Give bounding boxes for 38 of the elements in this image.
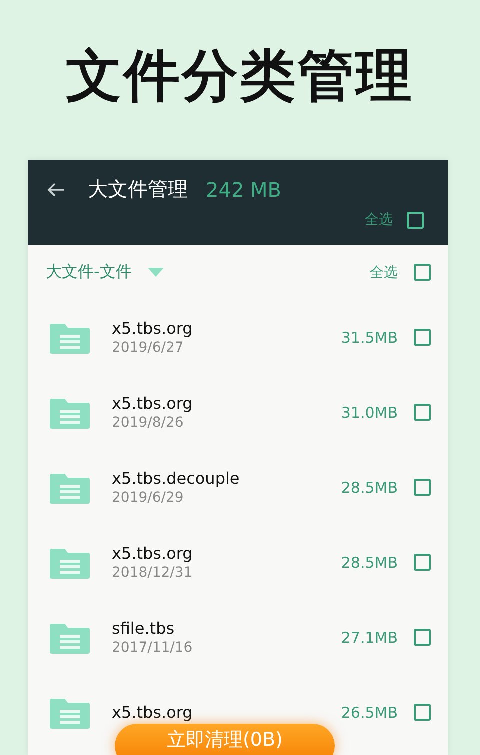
folder-icon [50,322,90,354]
file-name: x5.tbs.org [112,394,194,413]
file-size: 31.0MB [341,404,398,422]
folder-icon [50,546,90,578]
file-date: 2018/12/31 [112,565,194,581]
clean-button[interactable]: 立即清理(0B) [115,724,335,755]
file-size: 31.5MB [341,328,398,346]
checkbox[interactable] [414,264,431,281]
folder-icon [50,472,90,504]
folder-icon [50,396,90,428]
folder-icon [50,622,90,654]
checkbox[interactable] [407,212,424,228]
checkbox[interactable] [414,554,431,571]
checkbox[interactable] [414,329,431,346]
total-size: 242 MB [206,178,282,202]
file-size: 28.5MB [341,478,398,496]
file-date: 2019/6/27 [112,340,185,356]
file-name: x5.tbs.decouple [112,469,241,488]
file-name: x5.tbs.org [112,319,194,338]
file-date: 2017/11/16 [112,640,194,656]
checkbox[interactable] [414,479,431,496]
file-size: 27.1MB [341,628,398,646]
file-date: 2019/6/29 [112,490,185,506]
file-name: x5.tbs.org [112,703,194,722]
select-all-label: 全选 [365,211,393,229]
group-title[interactable]: 大文件-文件 [46,262,132,283]
checkbox[interactable] [414,629,431,646]
file-name: sfile.tbs [112,619,176,638]
file-date: 2019/8/26 [112,415,185,431]
folder-icon [50,696,90,728]
headline: 文件分类管理 [66,43,414,111]
file-size: 28.5MB [341,554,398,572]
file-size: 26.5MB [341,704,398,722]
select-all-label: 全选 [370,264,398,282]
file-name: x5.tbs.org [112,544,194,563]
checkbox[interactable] [414,404,431,421]
checkbox[interactable] [414,704,431,721]
screen-title: 大文件管理 [88,176,188,203]
